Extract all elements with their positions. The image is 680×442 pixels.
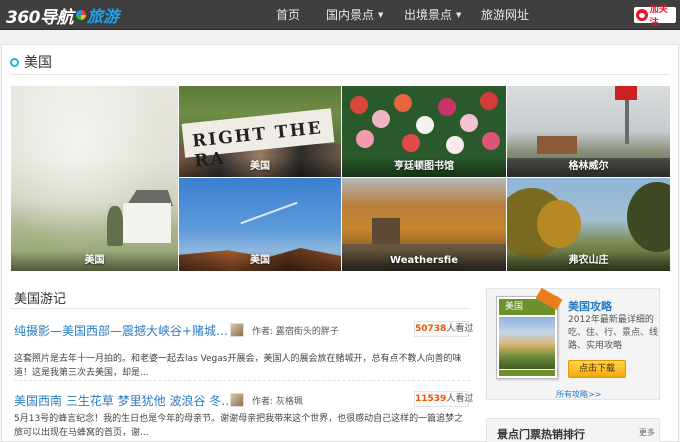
photo-caption: 格林威尔 [507,157,670,177]
photo-caption: 美国 [11,251,178,271]
view-count-suffix: 人看过 [446,324,474,334]
photo-flower [482,132,500,150]
photo-tree [107,206,123,246]
top-navigation-bar: 360导航 旅游 首页 国内景点 ▼ 出境景点 ▼ 旅游网址 加关注 [0,0,680,30]
divider [10,74,670,75]
photo-haze [11,86,178,271]
ticket-ranking-box: 景点门票热销排行 更多 [486,418,660,442]
download-button[interactable]: 点击下载 [568,360,626,378]
more-link[interactable]: 更多 [639,427,655,438]
author-label: 作者: [252,327,274,337]
photo-tile-usa-farm[interactable]: 美国 [11,86,178,271]
caret-down-icon: ▼ [456,11,462,19]
divider [14,380,470,381]
author-name[interactable]: 灰格珮 [276,397,303,407]
nav-label: 出境景点 [404,8,453,22]
travelogues-heading: 美国游记 [14,292,67,307]
follow-label: 加关注 [649,5,668,28]
author-name[interactable]: 露宿街头的胖子 [276,327,339,337]
photo-sign [615,86,637,100]
author-line: 作者: 露宿街头的胖子 [252,324,339,337]
view-count: 50738 [415,324,447,334]
logo-dot-icon [76,10,86,20]
logo-brand: 360导航 [6,7,74,28]
nav-item-home[interactable]: 首页 [276,0,300,30]
travelogue-title-link[interactable]: 美国西南 三生花草 梦里犹他 波浪谷 冬… [14,392,233,409]
photo-tile-usa-desert[interactable]: 美国 [179,178,341,271]
photo-flower [460,114,478,132]
ranking-title: 景点门票热销排行 [497,428,585,441]
guide-title-link[interactable]: 美国攻略 [568,298,612,314]
photo-tile-mount-vernon[interactable]: 弗农山庄 [507,178,670,271]
photo-tile-usa-protest[interactable]: RIGHT THE RA 美国 [179,86,341,177]
photo-flower [402,134,420,152]
photo-tree [537,200,581,248]
nav-label: 首页 [276,8,301,22]
view-count-badge: 50738人看过 [414,321,473,337]
photo-flower [372,110,390,128]
author-avatar[interactable] [230,393,244,407]
photo-flower [394,94,412,112]
author-label: 作者: [252,397,274,407]
nav-item-overseas[interactable]: 出境景点 ▼ [404,0,461,30]
photo-flower [446,136,464,154]
photo-tree [627,182,670,252]
photo-flower [350,96,368,114]
photo-tile-weathersfield[interactable]: Weathersfie [342,178,506,271]
photo-caption: 亨廷顿图书馆 [342,157,506,177]
photo-tile-greenwell[interactable]: 格林威尔 [507,86,670,177]
photo-grid: 美国 RIGHT THE RA 美国 亨廷顿图书馆 格林威尔 美国 Weathe… [11,86,670,271]
section-heading: 美国 [10,52,52,72]
all-guides-link[interactable]: 所有攻略>> [556,389,601,400]
section-title: 美国 [24,55,52,71]
photo-flower [416,116,434,134]
logo-product: 旅游 [87,7,120,26]
caret-down-icon: ▼ [378,11,384,19]
photo-building [537,136,577,154]
photo-caption: 弗农山庄 [507,251,670,271]
photo-flower [480,92,498,110]
nav-label: 国内景点 [326,8,375,22]
follow-button[interactable]: 加关注 [634,5,676,28]
view-count: 11539 [415,394,447,404]
nav-item-travel-sites[interactable]: 旅游网址 [481,0,529,30]
travelogue-excerpt: 5月13号的蜂言纪念！我的生日也是今年的母亲节。谢谢母亲把我带来这个世界，也很感… [14,414,464,438]
divider [10,308,470,309]
travelogue-excerpt: 这套照片是去年十一月拍的。和老婆一起去las Vegas开展会，美国人的展会放在… [14,354,462,378]
nav-item-domestic[interactable]: 国内景点 ▼ [326,0,383,30]
guide-cover-image [499,317,555,369]
photo-caption: 美国 [179,157,341,177]
author-line: 作者: 灰格珮 [252,394,303,407]
photo-flower [438,98,456,116]
guide-description: 2012年最新最详细的吃、住、行、景点、线路、实用攻略 [568,315,659,351]
view-count-badge: 11539人看过 [414,391,473,407]
photo-flower [356,130,374,148]
guide-cover[interactable]: 美国 [496,287,563,379]
photo-barn [123,203,171,243]
photo-tile-huntington-library[interactable]: 亨廷顿图书馆 [342,86,506,177]
weibo-icon [636,9,648,21]
photo-mill-house [372,218,400,244]
site-logo[interactable]: 360导航 旅游 [6,4,120,28]
photo-contrail [240,201,298,225]
view-count-suffix: 人看过 [446,394,474,404]
photo-caption: 美国 [179,251,341,271]
nav-label: 旅游网址 [481,8,530,22]
circle-bullet-icon [10,57,19,67]
guide-cover-footer [499,370,555,376]
author-avatar[interactable] [230,323,244,337]
travelogue-title-link[interactable]: 纯摄影—美国西部—震撼大峡谷+赌城… [14,322,228,339]
photo-caption: Weathersfie [342,251,506,271]
